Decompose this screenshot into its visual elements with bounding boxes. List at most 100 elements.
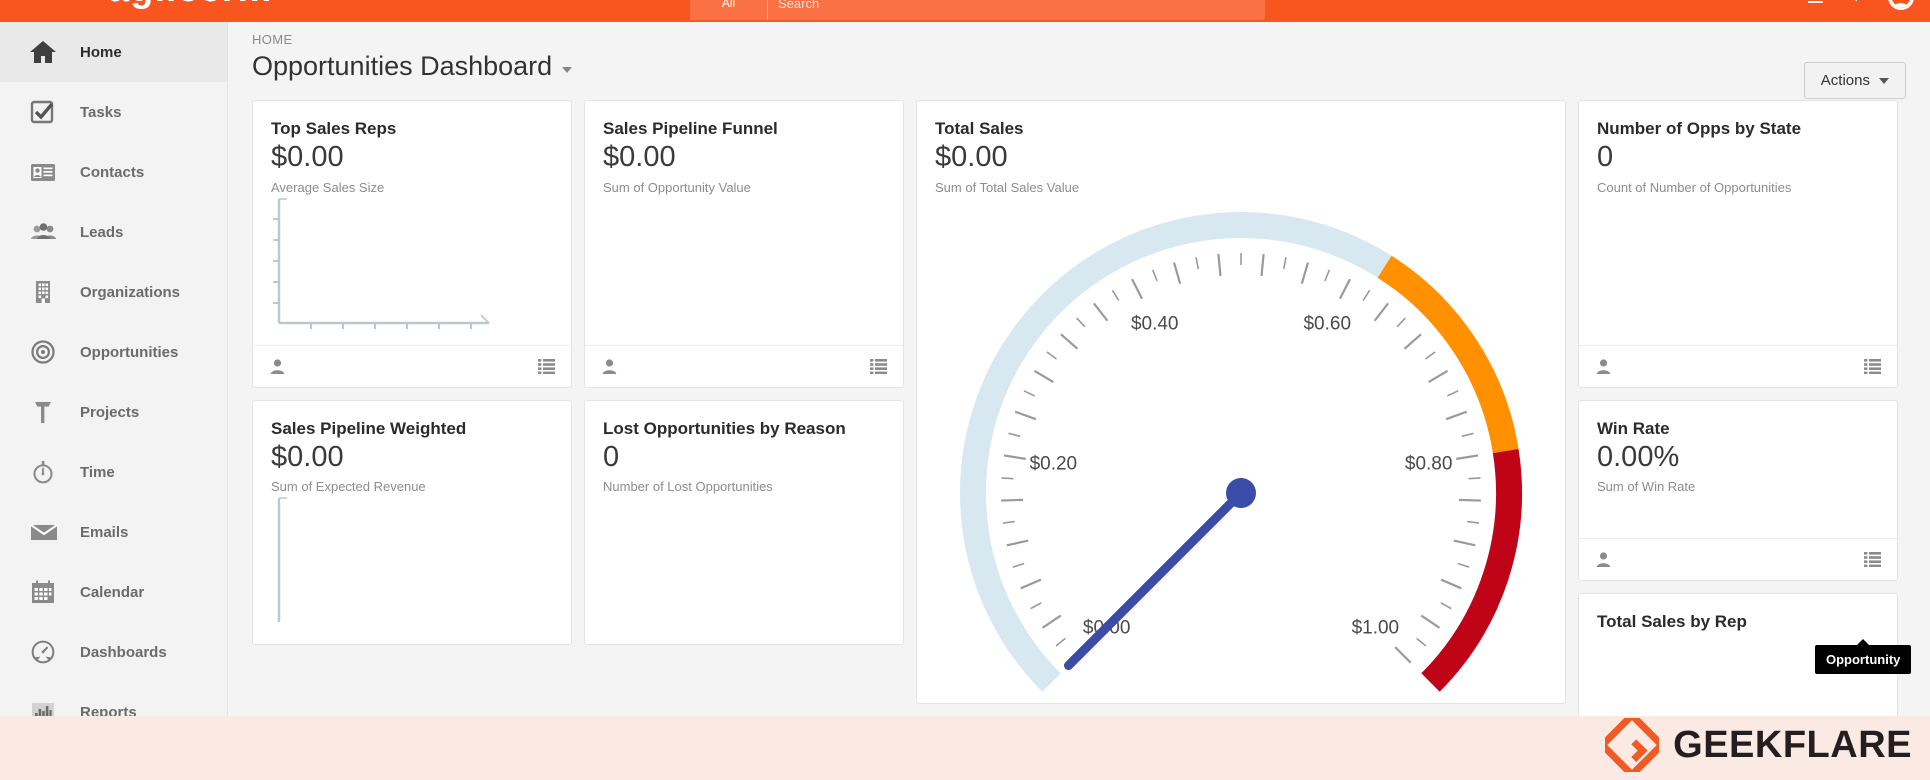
chart-area-empty bbox=[585, 494, 903, 644]
list-view-icon[interactable] bbox=[1864, 358, 1881, 374]
target-icon bbox=[30, 337, 64, 367]
page-title-row: Opportunities Dashboard bbox=[252, 51, 1906, 82]
gauge-tick bbox=[1324, 269, 1331, 282]
building-icon bbox=[30, 277, 64, 307]
gauge-tick bbox=[1041, 614, 1062, 629]
sidebar-item-label: Time bbox=[80, 463, 115, 481]
page-title: Opportunities Dashboard bbox=[252, 51, 553, 81]
gauge-tick bbox=[1001, 477, 1014, 480]
gauge-icon bbox=[30, 637, 64, 667]
sidebar-item-label: Tasks bbox=[80, 103, 122, 121]
gauge-band bbox=[1377, 255, 1519, 454]
gauge-tick bbox=[1012, 562, 1025, 568]
dashboard-grid: Top Sales Reps $0.00 Average Sales Size bbox=[228, 100, 1930, 754]
gauge-tick bbox=[1002, 520, 1015, 524]
geekflare-logo: GEEKFLARE bbox=[1605, 718, 1912, 772]
card-value: 0 bbox=[1597, 141, 1614, 174]
chevron-down-icon[interactable] bbox=[562, 66, 573, 73]
sidebar-item-opportunities[interactable]: Opportunities bbox=[0, 322, 227, 382]
sidebar-item-projects[interactable]: Projects bbox=[0, 382, 227, 442]
gauge-tick bbox=[1020, 578, 1042, 590]
card-title: Total Sales by Rep bbox=[1597, 612, 1747, 632]
sidebar-item-label: Calendar bbox=[80, 583, 145, 601]
user-avatar-icon[interactable] bbox=[1888, 0, 1914, 10]
sidebar-item-organizations[interactable]: Organizations bbox=[0, 262, 227, 322]
breadcrumb[interactable]: HOME bbox=[252, 32, 1906, 47]
sidebar-item-label: Home bbox=[80, 43, 122, 61]
gauge-tick bbox=[1468, 477, 1481, 480]
card-subtitle: Sum of Opportunity Value bbox=[603, 179, 751, 195]
sidebar-item-contacts[interactable]: Contacts bbox=[0, 142, 227, 202]
gauge-tick-label: $1.00 bbox=[1352, 617, 1400, 638]
empty-axes-svg bbox=[277, 497, 287, 623]
person-icon[interactable] bbox=[601, 358, 618, 375]
actions-button-label: Actions bbox=[1820, 72, 1870, 89]
sidebar-item-label: Dashboards bbox=[80, 643, 167, 661]
card-footer bbox=[1579, 344, 1897, 387]
gauge-tick bbox=[1403, 333, 1422, 350]
search-category-selector[interactable]: All bbox=[690, 0, 768, 20]
list-view-icon[interactable] bbox=[1864, 552, 1881, 568]
sidebar-item-label: Opportunities bbox=[80, 343, 179, 361]
sidebar-item-leads[interactable]: Leads bbox=[0, 202, 227, 262]
person-icon[interactable] bbox=[1595, 358, 1612, 375]
gauge-tick-label: $0.80 bbox=[1405, 453, 1453, 474]
actions-button[interactable]: Actions bbox=[1803, 62, 1906, 99]
card-title: Top Sales Reps bbox=[271, 119, 397, 138]
list-view-icon[interactable] bbox=[870, 358, 887, 374]
person-icon[interactable] bbox=[1595, 551, 1612, 568]
gauge-tick bbox=[1003, 454, 1026, 460]
gauge-tick bbox=[1033, 369, 1054, 383]
gauge-tick-label: $0.60 bbox=[1303, 314, 1351, 335]
brand-logo[interactable]: agilecrm bbox=[108, 0, 272, 8]
gauge-tick bbox=[1217, 253, 1222, 277]
gauge-tick bbox=[1060, 333, 1079, 350]
top-bar: agilecrm All ☰ + bbox=[0, 0, 1930, 22]
sidebar-item-calendar[interactable]: Calendar bbox=[0, 562, 227, 622]
card-body: Win Rate 0.00% Sum of Win Rate bbox=[1579, 401, 1897, 495]
card-title: Sales Pipeline Funnel bbox=[603, 119, 778, 138]
sidebar-item-home[interactable]: Home bbox=[0, 22, 227, 82]
grid-menu-icon[interactable]: ☰ bbox=[1806, 0, 1824, 7]
sidebar-item-emails[interactable]: Emails bbox=[0, 502, 227, 562]
gauge-tick bbox=[1461, 432, 1474, 438]
plus-icon[interactable]: + bbox=[1850, 0, 1862, 7]
gauge-tick bbox=[1440, 602, 1452, 610]
search-input[interactable] bbox=[768, 0, 1265, 20]
sidebar-item-time[interactable]: Time bbox=[0, 442, 227, 502]
dashboard-column-3: Total Sales $0.00 Sum of Total Sales Val… bbox=[916, 100, 1566, 716]
person-icon[interactable] bbox=[269, 358, 286, 375]
gauge-tick bbox=[1428, 369, 1449, 383]
gauge-tick bbox=[1456, 454, 1479, 460]
gauge-tick bbox=[1260, 253, 1265, 277]
global-search[interactable]: All bbox=[690, 0, 1265, 20]
gauge-tick bbox=[1023, 390, 1036, 397]
gauge-tick bbox=[1093, 302, 1109, 322]
list-view-icon[interactable] bbox=[538, 358, 555, 374]
card-footer bbox=[253, 344, 571, 387]
contact-card-icon bbox=[30, 157, 64, 187]
card-value: $0.00 bbox=[271, 441, 344, 474]
card-lost-opportunities: Lost Opportunities by Reason 0 Number of… bbox=[584, 399, 904, 646]
card-body: Top Sales Reps $0.00 Average Sales Size bbox=[253, 101, 571, 195]
watermark-band: GEEKFLARE bbox=[0, 716, 1930, 780]
card-subtitle: Number of Lost Opportunities bbox=[603, 479, 773, 495]
card-body: Lost Opportunities by Reason 0 Number of… bbox=[585, 401, 903, 495]
card-sales-pipeline-funnel: Sales Pipeline Funnel $0.00 Sum of Oppor… bbox=[584, 100, 904, 388]
card-body: Total Sales by Rep bbox=[1579, 594, 1897, 632]
gauge-tick bbox=[1300, 262, 1310, 284]
card-value: 0.00% bbox=[1597, 441, 1680, 474]
card-value: $0.00 bbox=[935, 141, 1008, 174]
home-icon bbox=[30, 37, 64, 67]
gauge-tick bbox=[1440, 578, 1462, 590]
sidebar-item-label: Projects bbox=[80, 403, 140, 421]
dashboard-column-2: Sales Pipeline Funnel $0.00 Sum of Oppor… bbox=[584, 100, 904, 657]
sidebar-item-tasks[interactable]: Tasks bbox=[0, 82, 227, 142]
sidebar-item-dashboards[interactable]: Dashboards bbox=[0, 622, 227, 682]
topbar-icon-group: ☰ + bbox=[1806, 0, 1914, 10]
chart-area-empty bbox=[1579, 195, 1897, 345]
gauge-tick bbox=[1458, 498, 1481, 502]
sidebar-item-label: Contacts bbox=[80, 163, 145, 181]
sidebar-item-label: Leads bbox=[80, 223, 124, 241]
gauge-tick bbox=[1453, 539, 1476, 547]
